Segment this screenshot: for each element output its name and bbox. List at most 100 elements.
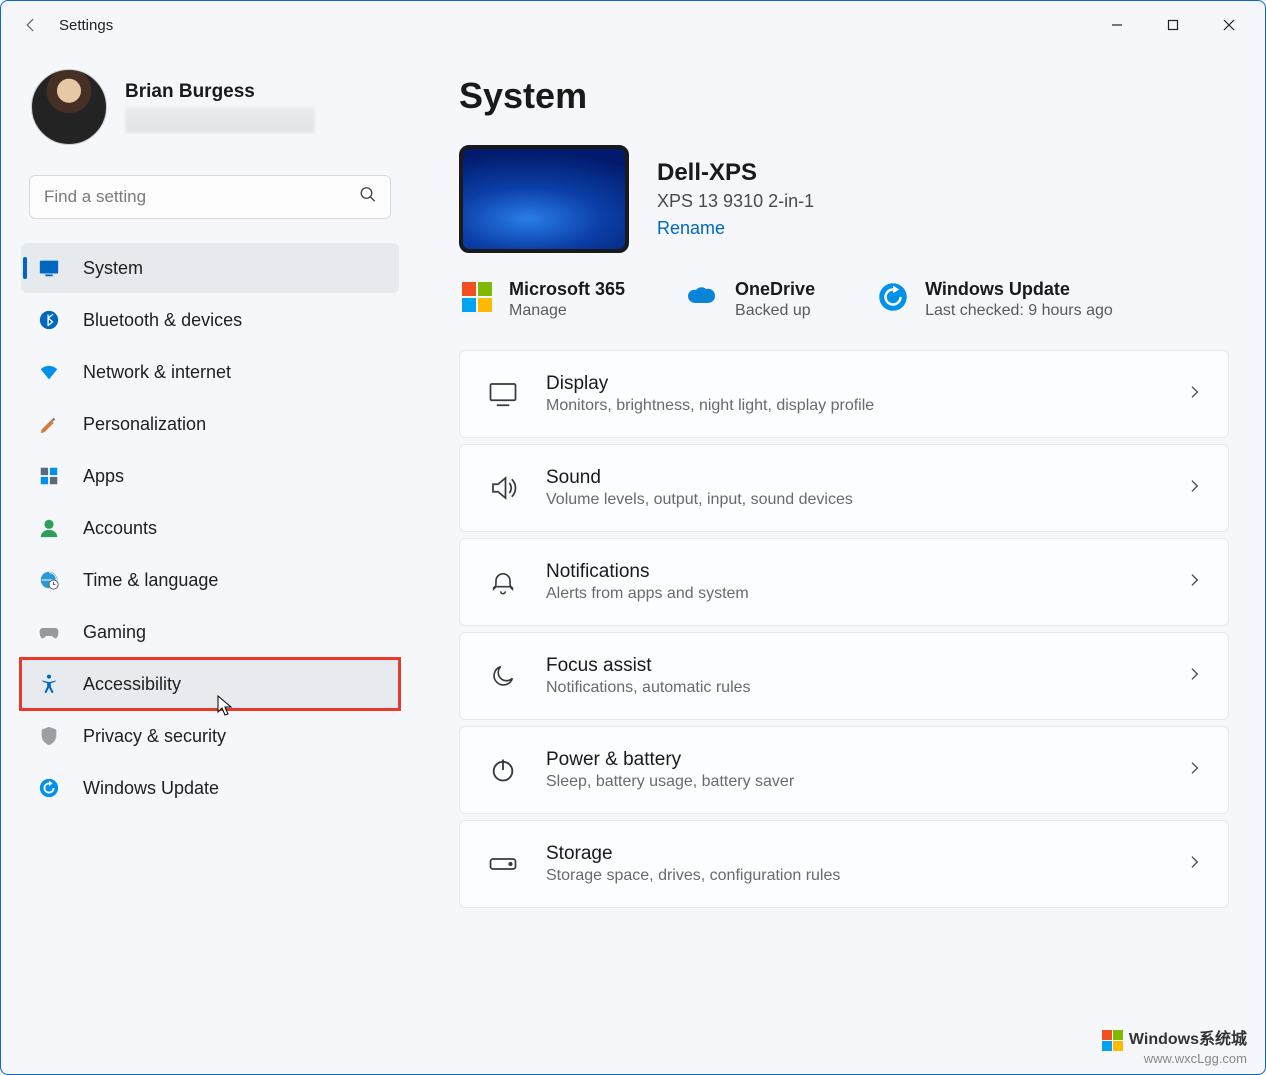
drive-icon (486, 847, 520, 881)
sidebar-item-label: Bluetooth & devices (83, 310, 242, 331)
card-title: Focus assist (546, 655, 1160, 677)
chevron-right-icon (1186, 854, 1202, 875)
watermark-url: www.wxcLgg.com (1102, 1051, 1247, 1068)
page-title: System (459, 75, 1229, 117)
card-title: Power & battery (546, 749, 1160, 771)
search-icon (359, 186, 377, 209)
card-title: Storage (546, 843, 1160, 865)
card-sub: Monitors, brightness, night light, displ… (546, 397, 1160, 415)
window-controls (1089, 5, 1257, 45)
sidebar-item-label: Privacy & security (83, 726, 226, 747)
status-sub: Last checked: 9 hours ago (925, 302, 1113, 320)
card-sub: Volume levels, output, input, sound devi… (546, 491, 1160, 509)
sidebar-item-label: System (83, 258, 143, 279)
status-title: Windows Update (925, 279, 1113, 300)
onedrive-icon (685, 279, 721, 315)
card-power-battery[interactable]: Power & battery Sleep, battery usage, bat… (459, 726, 1229, 814)
monitor-icon (486, 377, 520, 411)
sidebar-item-label: Time & language (83, 570, 218, 591)
sidebar: Brian Burgess System Bluetooth & devices… (1, 49, 411, 1074)
card-sub: Alerts from apps and system (546, 585, 1160, 603)
chevron-right-icon (1186, 666, 1202, 687)
card-notifications[interactable]: Notifications Alerts from apps and system (459, 538, 1229, 626)
sidebar-item-windows-update[interactable]: Windows Update (21, 763, 399, 813)
watermark-brand: Windows系统城 (1129, 1030, 1247, 1051)
card-display[interactable]: Display Monitors, brightness, night light… (459, 350, 1229, 438)
chevron-right-icon (1186, 760, 1202, 781)
card-sub: Sleep, battery usage, battery saver (546, 773, 1160, 791)
shield-icon (37, 724, 61, 748)
user-name: Brian Burgess (125, 81, 315, 103)
bell-icon (486, 565, 520, 599)
sidebar-item-accessibility[interactable]: Accessibility (21, 659, 399, 709)
update-icon (875, 279, 911, 315)
speaker-icon (486, 471, 520, 505)
card-title: Notifications (546, 561, 1160, 583)
nav-list: System Bluetooth & devices Network & int… (21, 243, 399, 813)
titlebar: Settings (1, 1, 1265, 49)
card-sound[interactable]: SoundVolume levels, output, input, sound… (459, 444, 1229, 532)
status-row: Microsoft 365 Manage OneDrive Backed up … (459, 279, 1229, 320)
user-email-blurred (125, 107, 315, 133)
close-button[interactable] (1201, 5, 1257, 45)
profile[interactable]: Brian Burgess (21, 69, 399, 145)
chevron-right-icon (1186, 572, 1202, 593)
accessibility-icon (37, 672, 61, 696)
sidebar-item-privacy[interactable]: Privacy & security (21, 711, 399, 761)
search-input[interactable] (29, 175, 391, 219)
watermark: Windows系统城 www.wxcLgg.com (1102, 1030, 1247, 1068)
device-model: XPS 13 9310 2-in-1 (657, 191, 814, 212)
sidebar-item-label: Network & internet (83, 362, 231, 383)
status-microsoft365[interactable]: Microsoft 365 Manage (459, 279, 625, 320)
card-sub: Notifications, automatic rules (546, 679, 1160, 697)
paintbrush-icon (37, 412, 61, 436)
power-icon (486, 753, 520, 787)
back-button[interactable] (9, 3, 53, 47)
status-onedrive[interactable]: OneDrive Backed up (685, 279, 815, 320)
status-sub: Manage (509, 302, 625, 320)
sidebar-item-apps[interactable]: Apps (21, 451, 399, 501)
sidebar-item-label: Personalization (83, 414, 206, 435)
device-thumbnail (459, 145, 629, 253)
update-icon (37, 776, 61, 800)
card-title: Display (546, 373, 1160, 395)
bluetooth-icon (37, 308, 61, 332)
avatar (31, 69, 107, 145)
globe-clock-icon (37, 568, 61, 592)
sidebar-item-bluetooth[interactable]: Bluetooth & devices (21, 295, 399, 345)
device-row: Dell-XPS XPS 13 9310 2-in-1 Rename (459, 145, 1229, 253)
status-title: Microsoft 365 (509, 279, 625, 300)
sidebar-item-label: Apps (83, 466, 124, 487)
card-focus-assist[interactable]: Focus assist Notifications, automatic rul… (459, 632, 1229, 720)
sidebar-item-personalization[interactable]: Personalization (21, 399, 399, 449)
sidebar-item-label: Accounts (83, 518, 157, 539)
minimize-button[interactable] (1089, 5, 1145, 45)
moon-icon (486, 659, 520, 693)
sidebar-item-label: Gaming (83, 622, 146, 643)
card-sub: Storage space, drives, configuration rul… (546, 867, 1160, 885)
apps-icon (37, 464, 61, 488)
gamepad-icon (37, 620, 61, 644)
app-title: Settings (59, 17, 113, 34)
rename-link[interactable]: Rename (657, 218, 725, 239)
person-icon (37, 516, 61, 540)
wifi-icon (37, 360, 61, 384)
sidebar-item-network[interactable]: Network & internet (21, 347, 399, 397)
sidebar-item-accounts[interactable]: Accounts (21, 503, 399, 553)
status-sub: Backed up (735, 302, 815, 320)
chevron-right-icon (1186, 384, 1202, 405)
sidebar-item-gaming[interactable]: Gaming (21, 607, 399, 657)
sidebar-item-label: Windows Update (83, 778, 219, 799)
sidebar-item-time-language[interactable]: Time & language (21, 555, 399, 605)
card-storage[interactable]: Storage Storage space, drives, configurat… (459, 820, 1229, 908)
display-icon (37, 256, 61, 280)
main-content: System Dell-XPS XPS 13 9310 2-in-1 Renam… (411, 49, 1265, 1074)
chevron-right-icon (1186, 478, 1202, 499)
status-windows-update[interactable]: Windows Update Last checked: 9 hours ago (875, 279, 1113, 320)
device-name: Dell-XPS (657, 159, 814, 187)
sidebar-item-system[interactable]: System (21, 243, 399, 293)
search-wrap (29, 175, 391, 219)
microsoft-365-icon (459, 279, 495, 315)
cards-list: Display Monitors, brightness, night light… (459, 350, 1229, 908)
maximize-button[interactable] (1145, 5, 1201, 45)
